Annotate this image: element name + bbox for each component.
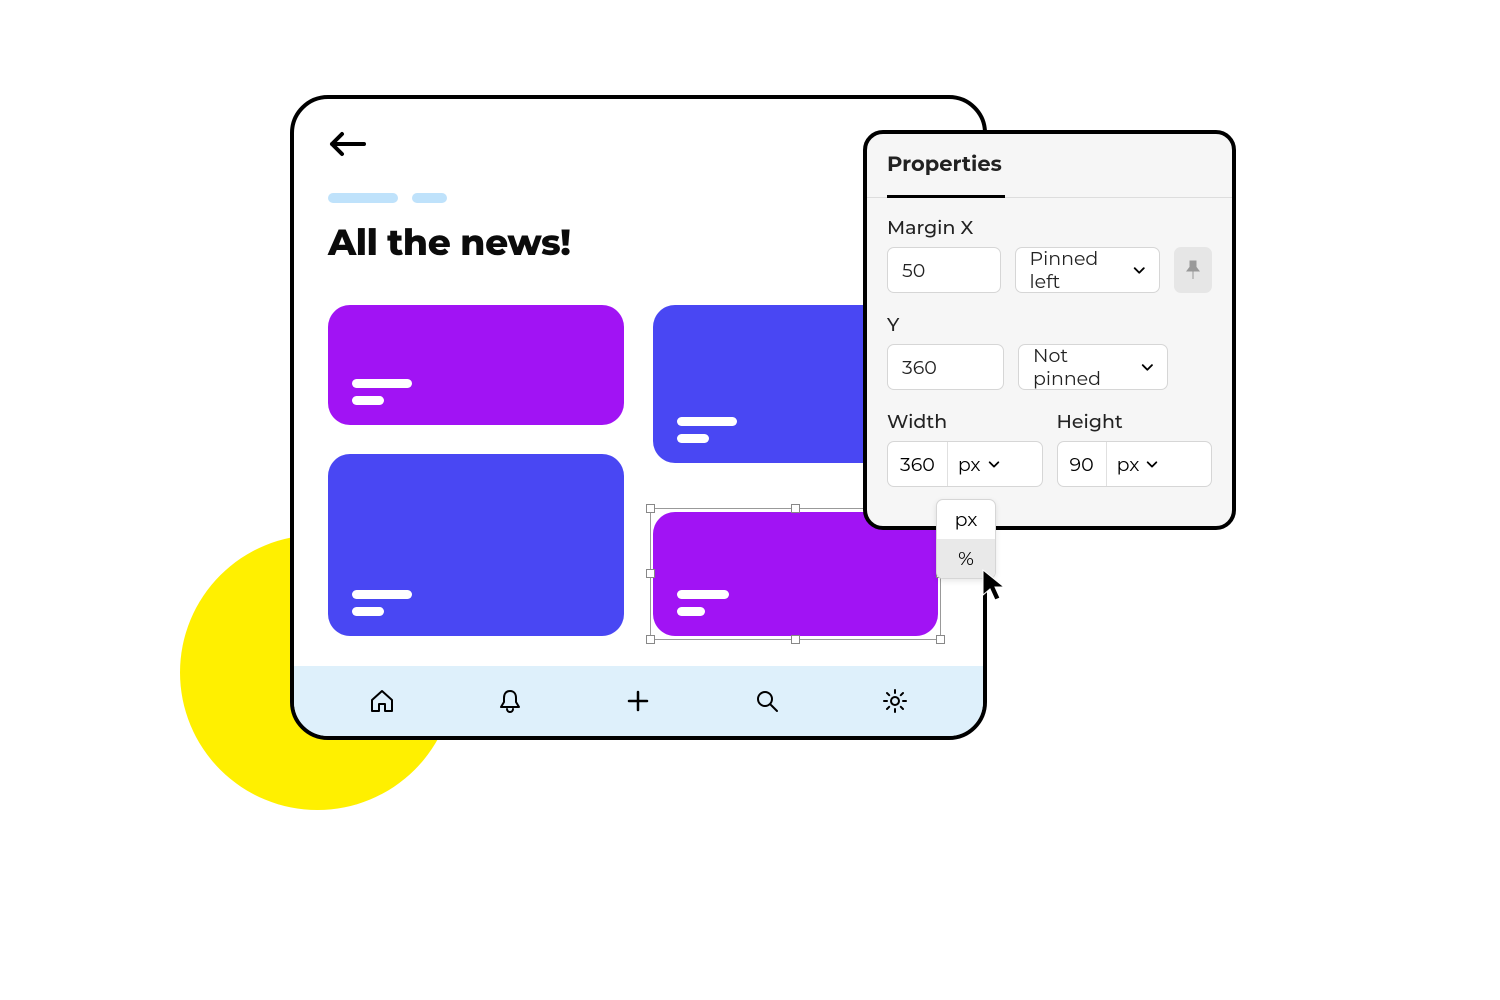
bell-icon	[496, 687, 524, 715]
chevron-down-icon	[987, 457, 1001, 471]
height-value[interactable]: 90	[1058, 442, 1107, 486]
pin-icon	[1184, 259, 1202, 281]
news-card[interactable]	[328, 305, 624, 425]
search-icon	[753, 687, 781, 715]
unit-option-percent[interactable]: %	[937, 539, 995, 578]
height-unit-select[interactable]: px	[1107, 442, 1170, 486]
y-pin-select[interactable]: Not pinned	[1018, 344, 1168, 390]
width-label: Width	[887, 410, 1043, 433]
breadcrumb-segment	[412, 193, 447, 203]
tab-home[interactable]	[366, 685, 398, 717]
card-text-placeholder	[352, 590, 412, 599]
properties-title: Properties	[887, 152, 1002, 185]
resize-handle[interactable]	[791, 635, 800, 644]
chevron-down-icon	[1140, 359, 1155, 375]
card-text-placeholder	[352, 396, 384, 405]
card-text-placeholder	[352, 607, 384, 616]
tab-notifications[interactable]	[494, 685, 526, 717]
arrow-left-icon	[328, 130, 366, 158]
card-text-placeholder	[677, 607, 705, 616]
chevron-down-icon	[1145, 457, 1159, 471]
news-card-selected[interactable]	[653, 512, 938, 636]
page-title: All the news!	[328, 221, 949, 265]
tab-add[interactable]	[622, 685, 654, 717]
pin-button[interactable]	[1174, 247, 1212, 293]
properties-header: Properties	[867, 134, 1232, 198]
gear-icon	[881, 687, 909, 715]
unit-option-px[interactable]: px	[937, 500, 995, 539]
properties-panel: Properties Margin X 50 Pinned left	[863, 130, 1236, 530]
width-value[interactable]: 360	[888, 442, 948, 486]
back-button[interactable]	[328, 129, 368, 159]
resize-handle[interactable]	[936, 635, 945, 644]
margin-x-label: Margin X	[887, 216, 1212, 239]
width-field[interactable]: 360 px	[887, 441, 1043, 487]
y-pin-value: Not pinned	[1033, 344, 1132, 390]
cards-area	[328, 305, 949, 645]
height-field[interactable]: 90 px	[1057, 441, 1213, 487]
card-text-placeholder	[352, 379, 412, 388]
breadcrumb-segment	[328, 193, 398, 203]
margin-x-value: 50	[902, 259, 925, 282]
margin-x-pin-value: Pinned left	[1030, 247, 1125, 293]
height-unit-value: px	[1117, 453, 1140, 476]
news-card[interactable]	[328, 454, 624, 636]
unit-dropdown: px %	[936, 499, 996, 579]
y-value: 360	[902, 356, 937, 379]
chevron-down-icon	[1132, 262, 1146, 278]
y-label: Y	[887, 313, 1212, 336]
resize-handle[interactable]	[646, 504, 655, 513]
card-text-placeholder	[677, 417, 737, 426]
tab-bar	[294, 666, 983, 736]
margin-x-input[interactable]: 50	[887, 247, 1001, 293]
y-input[interactable]: 360	[887, 344, 1004, 390]
card-text-placeholder	[677, 590, 729, 599]
breadcrumb	[328, 193, 949, 203]
height-label: Height	[1057, 410, 1213, 433]
resize-handle[interactable]	[646, 635, 655, 644]
tab-search[interactable]	[751, 685, 783, 717]
home-icon	[368, 687, 396, 715]
plus-icon	[624, 687, 652, 715]
tab-settings[interactable]	[879, 685, 911, 717]
width-unit-select[interactable]: px	[948, 442, 1011, 486]
width-unit-value: px	[958, 453, 981, 476]
margin-x-pin-select[interactable]: Pinned left	[1015, 247, 1160, 293]
card-text-placeholder	[677, 434, 709, 443]
